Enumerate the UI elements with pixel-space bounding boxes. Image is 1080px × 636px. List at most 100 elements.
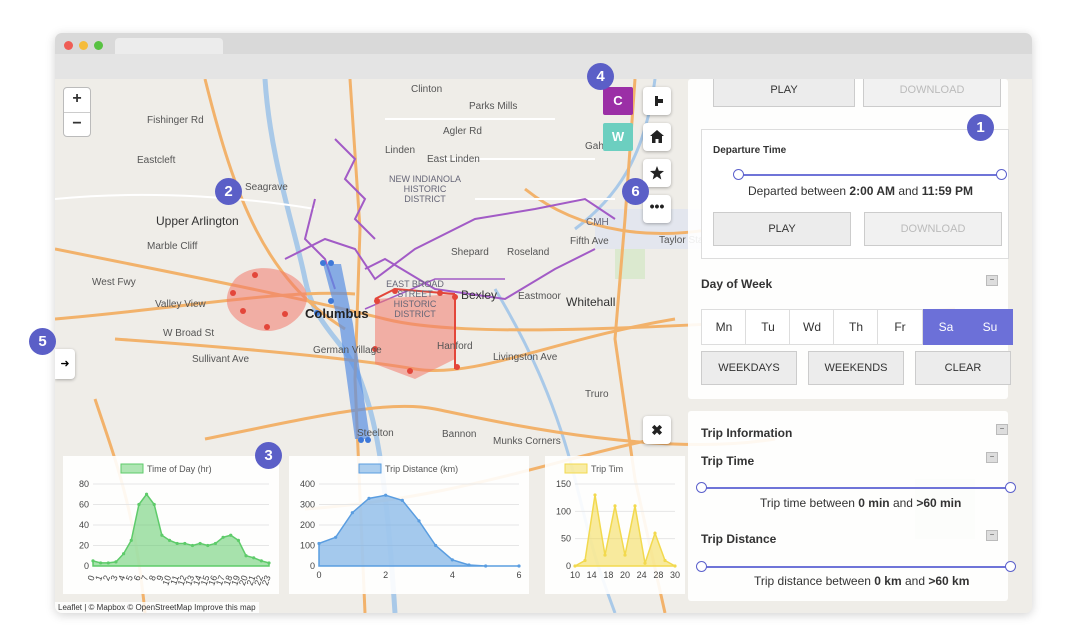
x-tick-label: 24 <box>637 570 647 580</box>
departure-end-handle[interactable] <box>996 169 1007 180</box>
map-canvas[interactable]: Fishinger Rd Eastcleft Linden East Linde… <box>55 79 1032 613</box>
map-label: Steelton <box>357 428 394 439</box>
departure-range-text: Departed between 2:00 AM and 11:59 PM <box>748 184 974 198</box>
home-icon <box>650 130 664 143</box>
data-point <box>367 496 371 500</box>
callout-5: 5 <box>29 328 56 355</box>
data-point <box>267 561 271 565</box>
trip-distance-min-handle[interactable] <box>696 561 707 572</box>
y-tick-label: 100 <box>300 541 315 551</box>
map-label: Sullivant Ave <box>192 354 250 365</box>
data-point <box>259 559 263 563</box>
map-label-city: Upper Arlington <box>156 214 239 228</box>
data-point <box>613 504 617 508</box>
x-tick-label: 4 <box>450 570 455 580</box>
day-su-button[interactable]: Su <box>967 309 1013 345</box>
home-button[interactable] <box>643 123 671 151</box>
y-tick-label: 150 <box>556 479 571 489</box>
top-download-button[interactable]: DOWNLOAD <box>863 79 1001 107</box>
trip-time-min-handle[interactable] <box>696 482 707 493</box>
map-label: Fishinger Rd <box>147 115 204 126</box>
trip-time-slider[interactable] <box>701 487 1010 489</box>
time-of-day-chart: Time of Day (hr) 0 20 40 60 80 0 1 2 3 4 5 6 7 8 9 10 11 1… <box>63 456 279 594</box>
map-label: Clinton <box>411 84 443 95</box>
trip-distance-range-text: Trip distance between 0 km and >60 km <box>754 574 970 588</box>
data-point <box>334 535 338 539</box>
data-point <box>221 535 225 539</box>
map-label-district: NEW INDIANOLA HISTORIC DISTRICT <box>388 174 461 204</box>
day-th-button[interactable]: Th <box>833 309 879 345</box>
zoom-in-button[interactable]: + <box>64 88 90 113</box>
weekdays-button[interactable]: WEEKDAYS <box>701 351 797 385</box>
browser-tab[interactable] <box>115 38 223 54</box>
y-tick-label: 200 <box>300 520 315 530</box>
day-fr-button[interactable]: Fr <box>877 309 923 345</box>
departure-play-button[interactable]: PLAY <box>713 212 851 246</box>
trip-information-collapse-button[interactable]: − <box>996 424 1008 435</box>
callout-3: 3 <box>255 442 282 469</box>
data-point <box>183 541 187 546</box>
more-button[interactable]: ••• <box>643 195 671 223</box>
x-tick-label: 2 <box>383 570 388 580</box>
trip-distance-slider[interactable] <box>701 566 1010 568</box>
day-mn-button[interactable]: Mn <box>701 309 747 345</box>
map-label: Gah <box>585 141 604 152</box>
close-window-dot[interactable] <box>64 41 73 50</box>
x-tick-label: 20 <box>620 570 630 580</box>
close-icon: ✖ <box>651 422 663 438</box>
top-play-button[interactable]: PLAY <box>713 79 855 107</box>
filter-panel: PLAY DOWNLOAD Departure Time Departed be… <box>688 79 1013 399</box>
close-charts-button[interactable]: ✖ <box>643 416 671 444</box>
data-point <box>122 552 126 556</box>
layer-c-button[interactable]: C <box>603 87 633 115</box>
map-attribution[interactable]: Leaflet | © Mapbox © OpenStreetMap Impro… <box>55 602 259 613</box>
day-sa-button[interactable]: Sa <box>923 309 969 345</box>
map-label-city: Whitehall <box>566 295 616 309</box>
trip-information-panel: Trip Information − Trip Time − Trip time… <box>688 411 1016 601</box>
day-wd-button[interactable]: Wd <box>789 309 835 345</box>
data-point <box>663 558 667 563</box>
data-point <box>673 564 677 568</box>
favorite-button[interactable] <box>643 159 671 187</box>
data-point <box>317 541 321 546</box>
trip-distance-collapse-button[interactable]: − <box>986 530 998 541</box>
data-point <box>434 543 438 548</box>
map-label-district: EAST BROAD STREET HISTORIC DISTRICT <box>386 279 444 319</box>
minimize-window-dot[interactable] <box>79 41 88 50</box>
day-of-week-collapse-button[interactable]: − <box>986 275 998 286</box>
data-point <box>244 554 248 558</box>
zoom-out-button[interactable]: − <box>64 113 90 137</box>
data-point <box>106 561 110 565</box>
map-label: Agler Rd <box>443 126 482 137</box>
departure-start-handle[interactable] <box>733 169 744 180</box>
map-label: Seagrave <box>245 182 288 193</box>
y-tick-label: 400 <box>300 479 315 489</box>
pin-button[interactable] <box>643 87 671 115</box>
arrow-right-icon: ➜ <box>60 358 70 370</box>
y-tick-label: 40 <box>79 520 89 530</box>
y-tick-label: 0 <box>310 561 315 571</box>
trip-distance-max-handle[interactable] <box>1005 561 1016 572</box>
trip-time-collapse-button[interactable]: − <box>986 452 998 463</box>
trip-time-max-handle[interactable] <box>1005 482 1016 493</box>
day-tu-button[interactable]: Tu <box>745 309 791 345</box>
layer-w-button[interactable]: W <box>603 123 633 151</box>
y-tick-label: 0 <box>84 561 89 571</box>
weekends-button[interactable]: WEEKENDS <box>808 351 904 385</box>
x-tick-label: 30 <box>670 570 680 580</box>
clear-days-button[interactable]: CLEAR <box>915 351 1011 385</box>
maximize-window-dot[interactable] <box>94 41 103 50</box>
departure-time-slider[interactable] <box>738 174 1000 176</box>
map-label: W Broad St <box>163 328 215 339</box>
trip-distance-chart-svg: Trip Distance (km) 0 100 200 300 400 0 2 4 6 <box>300 463 522 580</box>
departure-download-button[interactable]: DOWNLOAD <box>864 212 1002 246</box>
x-tick-label: 23 <box>260 574 273 587</box>
star-icon <box>650 166 664 180</box>
browser-window: Fishinger Rd Eastcleft Linden East Linde… <box>55 33 1032 613</box>
data-point <box>603 553 607 557</box>
data-point <box>593 493 597 497</box>
sidebar-toggle-button[interactable]: ➜ <box>55 349 75 379</box>
data-point <box>417 519 421 523</box>
map-label-city: Bexley <box>461 288 498 302</box>
window-chrome <box>55 33 1032 79</box>
